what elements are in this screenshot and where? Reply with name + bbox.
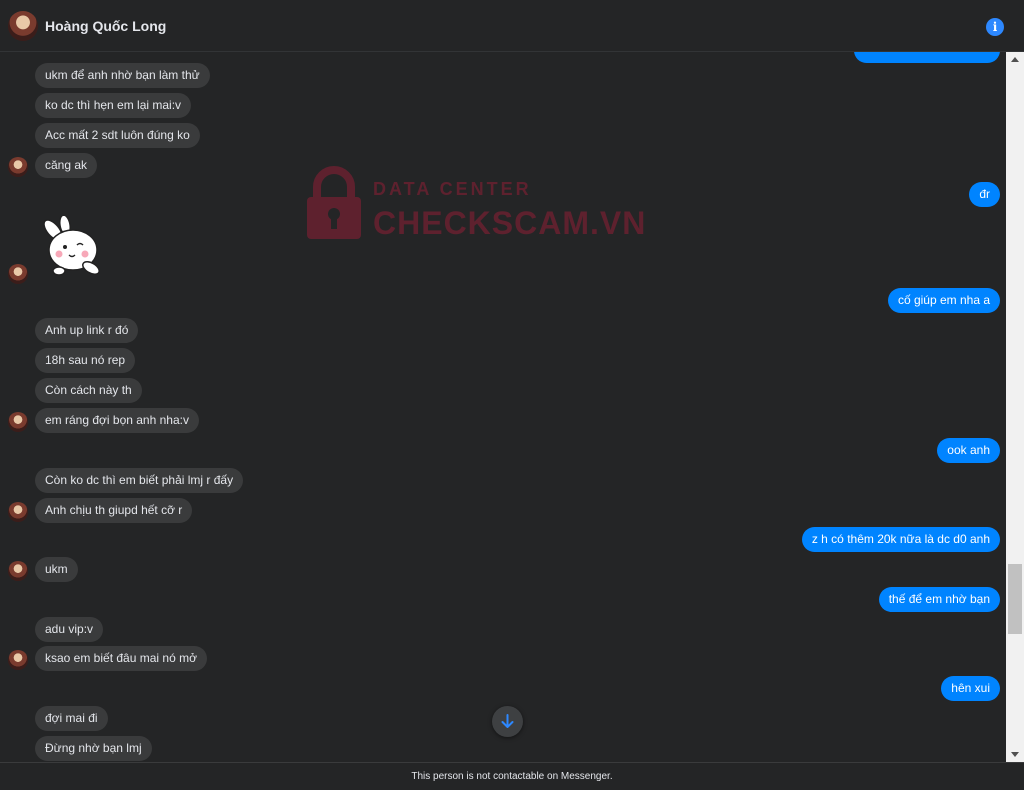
scrollbar-thumb[interactable] bbox=[1008, 564, 1022, 634]
message-incoming: Còn cách này th bbox=[35, 378, 142, 403]
sender-avatar bbox=[8, 561, 28, 581]
message-incoming: em ráng đợi bọn anh nha:v bbox=[35, 408, 199, 433]
arrow-down-icon bbox=[501, 714, 514, 728]
contact-avatar[interactable] bbox=[8, 11, 38, 41]
rabbit-sticker bbox=[43, 216, 100, 276]
contact-name[interactable]: Hoàng Quốc Long bbox=[45, 18, 166, 34]
lock-icon bbox=[307, 166, 361, 239]
conversation-header: Hoàng Quốc Long i bbox=[0, 0, 1024, 52]
watermark-subtitle: DATA CENTER bbox=[373, 179, 532, 199]
watermark-title: CHECKSCAM.VN bbox=[373, 205, 647, 241]
message-outgoing: đr bbox=[969, 182, 1000, 207]
sender-avatar bbox=[8, 157, 28, 177]
scroll-down-arrow-icon[interactable] bbox=[1011, 752, 1019, 757]
message-list[interactable]: ukm để anh nhờ bạn làm thử ko dc thì hẹn… bbox=[0, 52, 1006, 762]
sender-avatar bbox=[8, 650, 28, 670]
message-incoming: adu vip:v bbox=[35, 617, 104, 642]
info-icon[interactable]: i bbox=[986, 18, 1004, 36]
message-incoming: Anh up link r đó bbox=[35, 318, 139, 343]
message-incoming: ukm để anh nhờ bạn làm thử bbox=[35, 63, 210, 88]
message-incoming: Anh chịu th giupd hết cỡ r bbox=[35, 498, 193, 523]
message-incoming: 18h sau nó rep bbox=[35, 348, 136, 373]
message-outgoing: hên xui bbox=[941, 676, 1000, 701]
sender-avatar bbox=[8, 502, 28, 522]
message-incoming: Còn ko dc thì em biết phải lmj r đấy bbox=[35, 468, 244, 493]
footer-notice: This person is not contactable on Messen… bbox=[0, 762, 1024, 789]
message-incoming: Đừng nhờ bạn lmj bbox=[35, 736, 152, 761]
message-incoming: căng ak bbox=[35, 153, 98, 178]
sender-avatar bbox=[8, 412, 28, 432]
scrollbar[interactable] bbox=[1006, 52, 1024, 762]
message-incoming: ksao em biết đâu mai nó mở bbox=[35, 646, 207, 671]
message-outgoing: z h có thêm 20k nữa là dc d0 anh bbox=[801, 527, 1000, 552]
message-incoming: đợi mai đi bbox=[35, 706, 108, 731]
scroll-up-arrow-icon[interactable] bbox=[1011, 57, 1019, 62]
message-outgoing: ook anh bbox=[937, 438, 1000, 463]
message-outgoing: thế để em nhờ bạn bbox=[878, 587, 1000, 612]
message-outgoing: cố giúp em nha a bbox=[887, 288, 1000, 313]
message-incoming: ko dc thì hẹn em lại mai:v bbox=[35, 93, 192, 118]
message-outgoing-partial bbox=[854, 52, 1000, 63]
scroll-to-bottom-button[interactable] bbox=[492, 706, 523, 737]
message-incoming: Acc mất 2 sdt luôn đúng ko bbox=[35, 123, 200, 148]
message-incoming: ukm bbox=[35, 557, 78, 582]
watermark: DATA CENTER CHECKSCAM.VN bbox=[305, 165, 645, 245]
sender-avatar bbox=[8, 264, 28, 284]
